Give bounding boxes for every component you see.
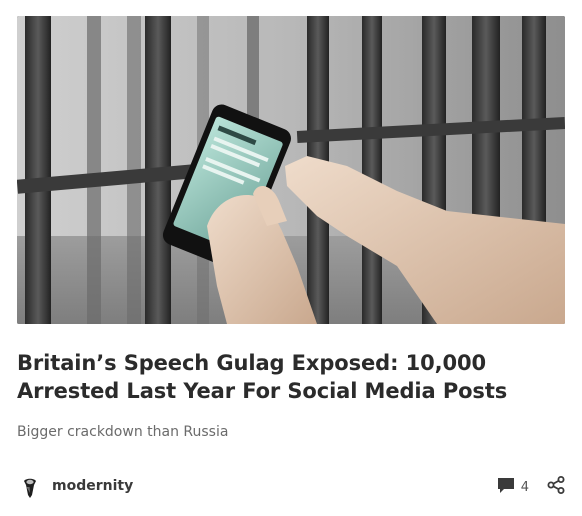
share-icon	[547, 476, 565, 498]
author-name-link[interactable]: modernity	[52, 478, 133, 494]
comment-bubble-icon	[497, 477, 515, 498]
comment-count: 4	[520, 479, 529, 495]
comments-button[interactable]: 4	[497, 477, 529, 498]
author-byline: modernity	[17, 471, 133, 501]
post-title[interactable]: Britain’s Speech Gulag Exposed: 10,000 A…	[17, 349, 565, 405]
post-subtitle: Bigger crackdown than Russia	[17, 424, 229, 440]
share-button[interactable]	[547, 476, 565, 498]
post-actions: 4	[497, 474, 565, 500]
post-cover-image[interactable]	[17, 16, 565, 324]
author-avatar[interactable]	[17, 473, 43, 499]
